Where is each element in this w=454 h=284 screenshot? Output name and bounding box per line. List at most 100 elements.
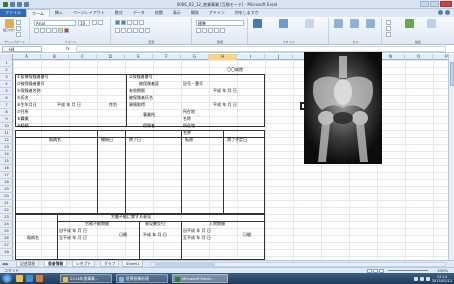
browser-icon[interactable] xyxy=(26,275,33,282)
tab-file[interactable]: ファイル xyxy=(0,9,26,17)
tab-formulas[interactable]: 数式 xyxy=(110,9,128,17)
row-header[interactable]: 7 xyxy=(0,102,13,109)
tab-developer[interactable]: 開発 xyxy=(186,9,204,17)
network-icon[interactable] xyxy=(413,276,418,281)
merge-center-icon[interactable] xyxy=(145,28,150,33)
tell-me-box[interactable]: 何をしますか xyxy=(230,9,264,17)
grow-font-icon[interactable] xyxy=(92,20,97,25)
decrease-decimal-icon[interactable] xyxy=(220,28,225,33)
horizontal-scroll-thumb[interactable] xyxy=(155,263,215,266)
clear-icon[interactable] xyxy=(386,32,391,37)
row-header[interactable]: 15 xyxy=(0,158,13,165)
maximize-button[interactable] xyxy=(430,1,439,7)
vertical-scroll-thumb[interactable] xyxy=(450,62,454,86)
close-button[interactable] xyxy=(440,1,452,7)
number-format-select[interactable]: 標準 xyxy=(196,20,244,26)
next-sheet-icon[interactable]: ▶ xyxy=(6,262,9,266)
taskbar-task-1[interactable]: 2014年度事業... xyxy=(60,274,112,283)
tab-page-layout[interactable]: ページレイアウト xyxy=(68,9,110,17)
align-bottom-icon[interactable] xyxy=(127,20,132,25)
font-name-select[interactable]: Arial xyxy=(34,20,76,26)
row-header[interactable]: 19 xyxy=(0,186,13,193)
format-as-table-button[interactable] xyxy=(279,19,288,28)
wrap-text-icon[interactable] xyxy=(139,20,144,25)
row-header[interactable]: 28 xyxy=(0,249,13,256)
increase-indent-icon[interactable] xyxy=(139,28,144,33)
taskbar-task-3[interactable]: Microsoft Excel... xyxy=(172,274,228,283)
decrease-indent-icon[interactable] xyxy=(133,28,138,33)
row-header[interactable]: 16 xyxy=(0,165,13,172)
sort-filter-button[interactable] xyxy=(405,19,414,28)
row-header[interactable]: 12 xyxy=(0,137,13,144)
font-color-icon[interactable] xyxy=(64,28,69,33)
row-header[interactable]: 18 xyxy=(0,179,13,186)
cell-area[interactable]: 〇〇病院 ①医療保険者番号 ②保険者番号 ③被保険者番号 被保険者証 記号・番号… xyxy=(13,60,448,260)
tab-data[interactable]: データ xyxy=(128,9,150,17)
currency-icon[interactable] xyxy=(196,28,201,33)
bold-icon[interactable] xyxy=(34,28,39,33)
row-header[interactable]: 9 xyxy=(0,116,13,123)
format-painter-icon[interactable] xyxy=(16,32,21,37)
first-sheet-icon[interactable]: ◀ xyxy=(2,262,5,266)
tab-review[interactable]: 校閲 xyxy=(150,9,168,17)
row-header[interactable]: 8 xyxy=(0,109,13,116)
help-icon[interactable] xyxy=(438,10,443,15)
row-header[interactable]: 3 xyxy=(0,74,13,81)
align-right-icon[interactable] xyxy=(127,28,132,33)
row-header[interactable]: 1 xyxy=(0,60,13,67)
row-header[interactable]: 6 xyxy=(0,95,13,102)
autosum-icon[interactable] xyxy=(386,20,391,25)
row-header[interactable]: 11 xyxy=(0,130,13,137)
tab-addins[interactable]: アドイン xyxy=(204,9,230,17)
minimize-button[interactable] xyxy=(420,1,429,7)
conditional-formatting-button[interactable] xyxy=(253,19,262,28)
tab-home[interactable]: ホーム xyxy=(26,9,50,17)
pelvis-xray-image[interactable] xyxy=(304,52,382,164)
row-header[interactable]: 25 xyxy=(0,228,13,235)
clock[interactable]: 12:14 2015/02/12 xyxy=(432,275,452,283)
media-icon[interactable] xyxy=(36,275,43,282)
fill-color-icon[interactable] xyxy=(58,28,63,33)
ribbon-minimize-icon[interactable] xyxy=(445,10,450,15)
row-header[interactable]: 26 xyxy=(0,235,13,242)
find-select-button[interactable] xyxy=(427,19,436,28)
cut-icon[interactable] xyxy=(16,20,21,25)
explorer-icon[interactable] xyxy=(16,275,23,282)
shrink-font-icon[interactable] xyxy=(98,20,103,25)
row-header[interactable]: 10 xyxy=(0,123,13,130)
insert-function-icon[interactable]: fx xyxy=(66,46,70,51)
italic-icon[interactable] xyxy=(40,28,45,33)
percent-icon[interactable] xyxy=(202,28,207,33)
delete-cells-button[interactable] xyxy=(350,19,359,28)
tab-insert[interactable]: 挿入 xyxy=(50,9,68,17)
row-header[interactable]: 27 xyxy=(0,242,13,249)
format-cells-button[interactable] xyxy=(366,19,375,28)
comma-icon[interactable] xyxy=(208,28,213,33)
align-top-icon[interactable] xyxy=(115,20,120,25)
row-header[interactable]: 20 xyxy=(0,193,13,200)
increase-decimal-icon[interactable] xyxy=(214,28,219,33)
row-header[interactable]: 13 xyxy=(0,144,13,151)
row-header[interactable]: 23 xyxy=(0,214,13,221)
row-header[interactable]: 14 xyxy=(0,151,13,158)
ime-icon[interactable] xyxy=(425,276,430,281)
orientation-icon[interactable] xyxy=(133,20,138,25)
vertical-scrollbar[interactable] xyxy=(448,54,454,260)
tab-view[interactable]: 表示 xyxy=(168,9,186,17)
row-header[interactable]: 17 xyxy=(0,172,13,179)
fill-icon[interactable] xyxy=(386,26,391,31)
row-header[interactable]: 22 xyxy=(0,207,13,214)
align-left-icon[interactable] xyxy=(115,28,120,33)
insert-cells-button[interactable] xyxy=(334,19,343,28)
name-box[interactable]: H4 xyxy=(2,46,42,52)
align-center-icon[interactable] xyxy=(121,28,126,33)
border-icon[interactable] xyxy=(52,28,57,33)
row-header[interactable]: 5 xyxy=(0,88,13,95)
start-button[interactable] xyxy=(2,274,12,283)
paste-button[interactable]: 貼り付け xyxy=(3,19,15,32)
zoom-slider[interactable] xyxy=(388,270,428,271)
font-size-select[interactable]: 10 xyxy=(78,20,90,26)
row-header[interactable]: 24 xyxy=(0,221,13,228)
copy-icon[interactable] xyxy=(16,26,21,31)
formula-input[interactable] xyxy=(76,46,446,52)
